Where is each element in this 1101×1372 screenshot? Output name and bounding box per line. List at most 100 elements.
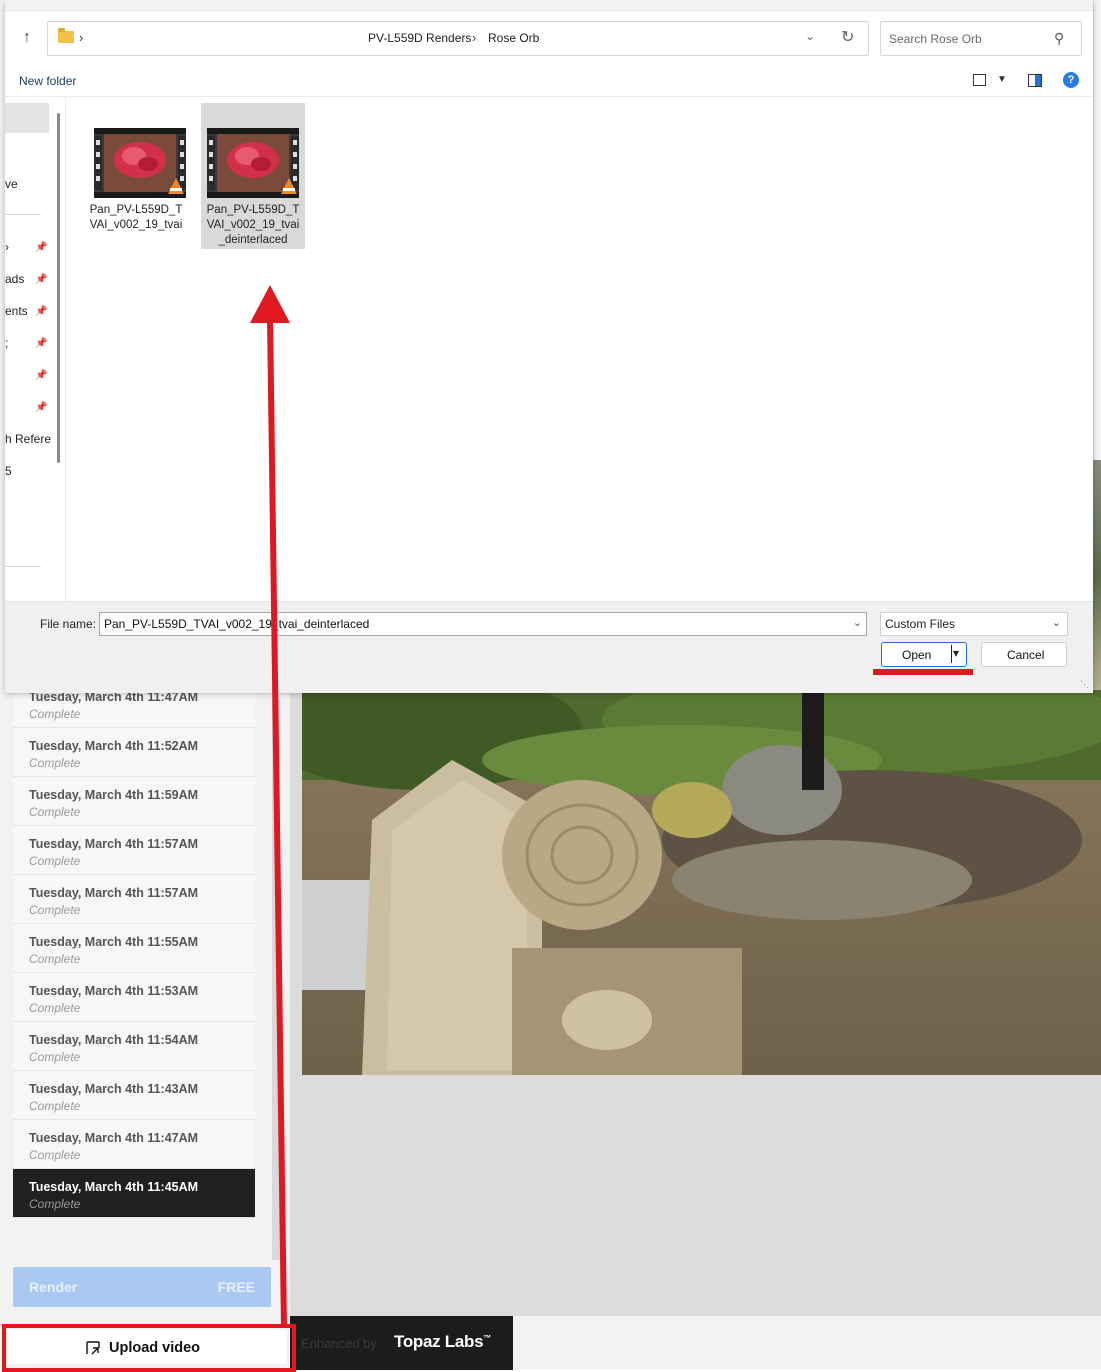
history-item-date: Tuesday, March 4th 11:43AM [29,1082,199,1096]
search-box: ⚲ [880,21,1082,56]
history-item[interactable]: Tuesday, March 4th 11:57AM Complete [13,875,255,924]
history-item[interactable]: Tuesday, March 4th 11:54AM Complete [13,1022,255,1071]
history-item-status: Complete [29,1099,81,1113]
history-item[interactable]: Tuesday, March 4th 11:57AM Complete [13,826,255,875]
pin-icon[interactable]: 📌 [35,338,47,349]
search-icon[interactable]: ⚲ [1054,30,1064,47]
history-item-status: Complete [29,805,81,819]
up-arrow-icon[interactable]: ↑ [17,28,37,48]
refresh-icon[interactable]: ↻ [841,27,854,47]
breadcrumb-item[interactable]: PV-L559D Renders [368,31,471,45]
video-preview[interactable] [302,690,1101,1075]
history-item-active[interactable]: Tuesday, March 4th 11:45AM Complete [13,1169,255,1218]
file-name-value: Pan_PV-L559D_TVAI_v002_19_tvai_deinterla… [104,617,370,631]
history-item-date: Tuesday, March 4th 11:59AM [29,788,199,802]
history-item-date: Tuesday, March 4th 11:55AM [29,935,199,949]
render-button-label: Render [29,1279,78,1295]
nav-item[interactable]: ents [5,304,28,318]
render-button[interactable]: Render FREE [13,1267,271,1307]
pin-icon[interactable]: 📌 [35,402,47,413]
dialog-footer: File name: Pan_PV-L559D_TVAI_v002_19_tva… [5,601,1093,693]
history-item-date: Tuesday, March 4th 11:57AM [29,886,199,900]
nav-item[interactable]: h Refere [5,432,51,446]
chevron-right-icon[interactable]: › [79,30,83,45]
open-dropdown-icon[interactable]: ▾ [953,646,959,660]
history-item-date: Tuesday, March 4th 11:47AM [29,1131,199,1145]
resize-grip-icon[interactable]: ⋱ [1080,679,1089,690]
history-item[interactable]: Tuesday, March 4th 11:52AM Complete [13,728,255,777]
history-item[interactable]: Tuesday, March 4th 11:47AM Complete [13,1120,255,1169]
pin-icon[interactable]: 📌 [35,306,47,317]
nav-divider [5,566,41,567]
app-edge [1093,0,1101,460]
chevron-right-icon[interactable]: › [472,30,476,45]
file-name: Pan_PV-L559D_TVAI_v002_19_tvai [89,204,183,231]
nav-item-selected[interactable] [5,103,49,133]
open-button[interactable]: Open ▾ [881,642,967,667]
new-folder-button[interactable]: New folder [19,74,76,88]
preview-pane-icon[interactable] [1028,74,1042,87]
nav-item[interactable]: ve [5,177,18,191]
enhanced-by-text: Enhanced by [301,1336,377,1351]
address-bar[interactable]: › PV-L559D Renders › Rose Orb ⌄ ↻ [47,21,869,56]
nav-item[interactable]: ; [5,336,8,350]
nav-pane-scrollbar[interactable] [57,113,60,463]
app-edge-image [1093,460,1101,692]
file-open-dialog: ↑ › PV-L559D Renders › Rose Orb ⌄ ↻ ⚲ Ne… [5,0,1093,693]
topaz-brand-name: Topaz Labs [394,1332,484,1351]
topaz-footer: Enhanced by Topaz Labs™ [290,1316,513,1370]
dialog-title-strip [5,0,1093,11]
chevron-down-icon[interactable]: ▼ [997,74,1007,85]
history-item-date: Tuesday, March 4th 11:57AM [29,837,199,851]
file-item-selected[interactable]: Pan_PV-L559D_TVAI_v002_19_tvai_deinterla… [201,103,305,249]
cancel-button-label: Cancel [1007,648,1045,662]
open-button-label: Open [902,648,932,662]
search-input[interactable] [889,31,1049,47]
trademark-symbol: ™ [483,1333,491,1343]
render-history-list: Tuesday, March 4th 11:47AM Complete Tues… [13,679,255,1218]
pin-icon[interactable]: 📌 [35,274,47,285]
nav-divider [5,214,41,215]
render-price-badge: FREE [217,1279,255,1295]
help-icon[interactable]: ? [1063,72,1079,88]
history-item-status: Complete [29,1050,81,1064]
history-item-status: Complete [29,854,81,868]
history-item-status: Complete [29,1197,81,1211]
file-type-value: Custom Files [885,617,956,631]
video-frame-image [302,690,1101,1075]
history-item-status: Complete [29,952,81,966]
file-name: Pan_PV-L559D_TVAI_v002_19_tvai_deinterla… [206,204,300,246]
history-scrollbar[interactable] [272,700,280,1260]
pin-icon[interactable]: 📌 [35,370,47,381]
chevron-down-icon[interactable]: ⌄ [805,29,815,43]
breadcrumb-item[interactable]: Rose Orb [488,31,539,45]
nav-item[interactable]: ads [5,272,24,286]
history-item-date: Tuesday, March 4th 11:54AM [29,1033,199,1047]
chevron-down-icon[interactable]: ⌄ [853,616,862,629]
annotation-highlight-box [2,1324,296,1372]
topaz-labs-logo: Topaz Labs™ [394,1332,491,1352]
split-divider [951,645,952,663]
cancel-button[interactable]: Cancel [981,642,1067,667]
folder-icon [58,28,74,43]
file-name-input[interactable]: Pan_PV-L559D_TVAI_v002_19_tvai_deinterla… [99,612,867,636]
history-item-status: Complete [29,756,81,770]
file-type-select[interactable]: Custom Files ⌄ [880,612,1068,636]
history-item[interactable]: Tuesday, March 4th 11:53AM Complete [13,973,255,1022]
history-item[interactable]: Tuesday, March 4th 11:55AM Complete [13,924,255,973]
history-item-status: Complete [29,707,81,721]
view-icon[interactable] [973,74,986,86]
file-list-view: Pan_PV-L559D_TVAI_v002_19_tvai Pan_PV-L5… [67,97,1093,601]
nav-item[interactable]: 5 [5,464,12,478]
history-item[interactable]: Tuesday, March 4th 11:43AM Complete [13,1071,255,1120]
file-item[interactable]: Pan_PV-L559D_TVAI_v002_19_tvai [84,103,188,249]
navigation-pane: ve › 📌 ads 📌 ents 📌 ; 📌 📌 📌 h Refere 5 [5,97,66,601]
chevron-down-icon[interactable]: ⌄ [1052,616,1061,629]
nav-item[interactable]: › [5,240,9,254]
history-item-status: Complete [29,1148,81,1162]
annotation-underline [873,669,973,675]
dialog-toolbar: New folder ▼ ? [5,66,1093,97]
history-item[interactable]: Tuesday, March 4th 11:59AM Complete [13,777,255,826]
history-item-date: Tuesday, March 4th 11:53AM [29,984,199,998]
pin-icon[interactable]: 📌 [35,242,47,253]
